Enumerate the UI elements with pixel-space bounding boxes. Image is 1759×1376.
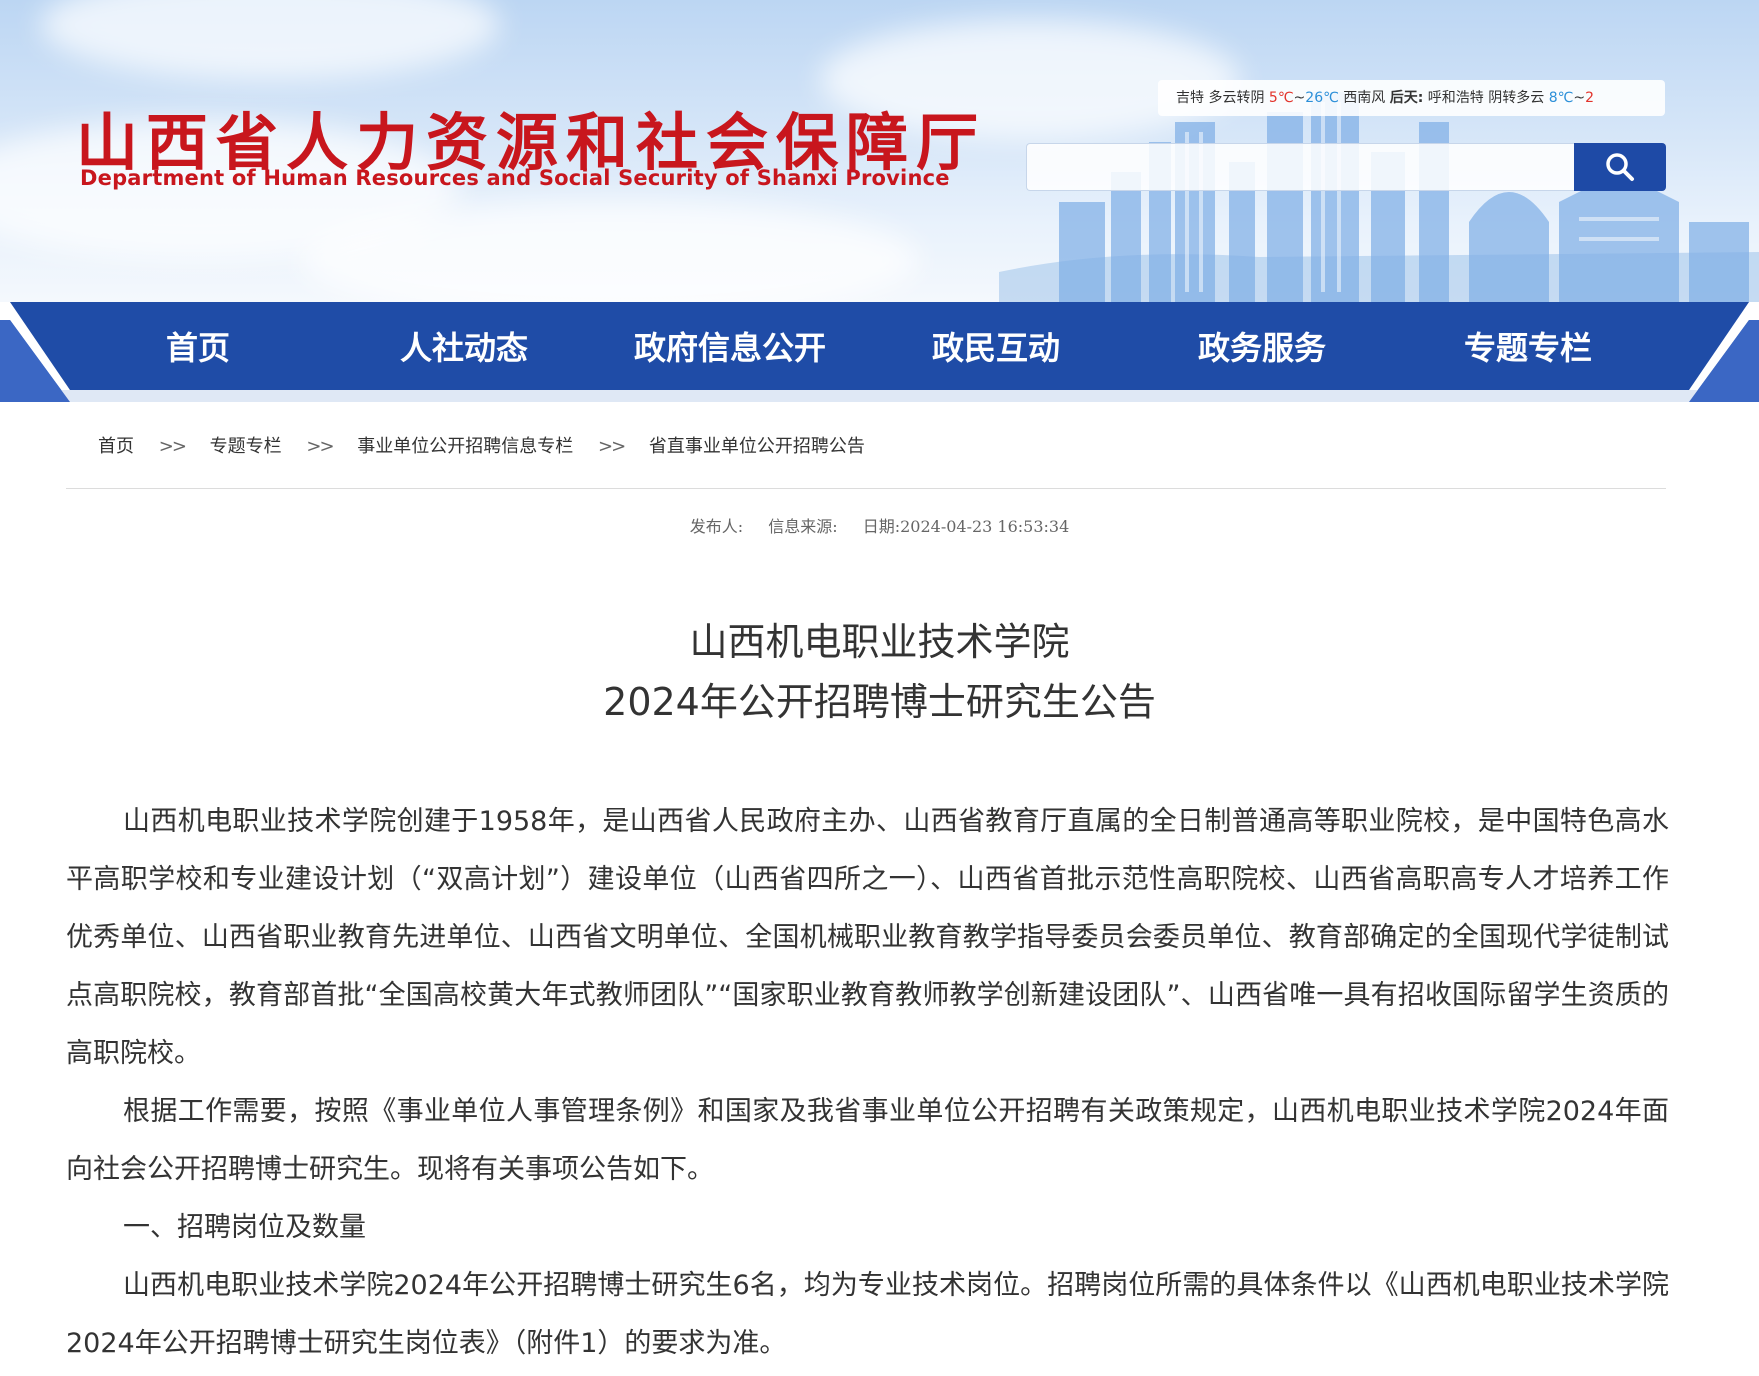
breadcrumb-separator: >> — [598, 436, 626, 457]
weather-widget: 吉特 多云转阴 5℃~26℃ 西南风 后天: 呼和浩特 阴转多云 8℃~2 — [1158, 80, 1665, 116]
weather-range-sep: ~ — [1573, 90, 1586, 106]
meta-source: 信息来源: — [768, 517, 838, 536]
breadcrumb-separator: >> — [306, 436, 334, 457]
weather-day-label: 后天: — [1389, 90, 1424, 106]
article-section-heading: 一、招聘岗位及数量 — [123, 1212, 366, 1243]
weather-wind: 西南风 — [1343, 90, 1386, 106]
weather-condition: 多云转阴 — [1208, 90, 1265, 106]
weather-low-temp: 5℃ — [1268, 90, 1294, 106]
search-input[interactable] — [1026, 143, 1574, 191]
article-title: 山西机电职业技术学院 2024年公开招聘博士研究生公告 — [0, 612, 1759, 732]
meta-publisher: 发布人: — [689, 517, 744, 536]
main-navigation: 首页 人社动态 政府信息公开 政民互动 政务服务 专题专栏 — [0, 302, 1759, 402]
breadcrumb-divider — [66, 488, 1666, 489]
nav-item-home[interactable]: 首页 — [65, 302, 331, 390]
weather-city: 呼和浩特 — [1427, 90, 1484, 106]
article-body: 山西机电职业技术学院创建于1958年，是山西省人民政府主办、山西省教育厅直属的全… — [66, 793, 1669, 1373]
article-paragraph: 山西机电职业技术学院2024年公开招聘博士研究生6名，均为专业技术岗位。招聘岗位… — [66, 1270, 1669, 1359]
weather-condition: 阴转多云 — [1488, 90, 1545, 106]
article-title-line: 2024年公开招聘博士研究生公告 — [603, 680, 1156, 724]
cloud-decoration — [40, 0, 500, 80]
weather-high-temp: 2 — [1585, 90, 1594, 106]
site-logo-english[interactable]: Department of Human Resources and Social… — [80, 166, 950, 190]
weather-low-temp: 8℃ — [1548, 90, 1574, 106]
breadcrumb-link-current[interactable]: 省直事业单位公开招聘公告 — [649, 432, 865, 458]
article-title-line: 山西机电职业技术学院 — [689, 620, 1070, 664]
weather-range-sep: ~ — [1293, 90, 1306, 106]
article-paragraph: 根据工作需要，按照《事业单位人事管理条例》和国家及我省事业单位公开招聘有关政策规… — [66, 1096, 1669, 1185]
nav-item-services[interactable]: 政务服务 — [1129, 302, 1395, 390]
nav-item-gov-info[interactable]: 政府信息公开 — [597, 302, 863, 390]
site-header: 山西省人力资源和社会保障厅 Department of Human Resour… — [0, 0, 1759, 302]
weather-high-temp: 26℃ — [1305, 90, 1339, 106]
search-icon — [1606, 153, 1634, 181]
article-meta: 发布人: 信息来源: 日期:2024-04-23 16:53:34 — [0, 513, 1759, 537]
nav-item-interaction[interactable]: 政民互动 — [863, 302, 1129, 390]
nav-item-topics[interactable]: 专题专栏 — [1395, 302, 1661, 390]
search-button[interactable] — [1574, 143, 1666, 191]
breadcrumb-link-home[interactable]: 首页 — [98, 432, 134, 458]
breadcrumb: 首页 >> 专题专栏 >> 事业单位公开招聘信息专栏 >> 省直事业单位公开招聘… — [98, 432, 865, 458]
breadcrumb-separator: >> — [158, 436, 187, 457]
weather-city: 吉特 — [1176, 90, 1204, 106]
breadcrumb-link-recruitment[interactable]: 事业单位公开招聘信息专栏 — [357, 432, 573, 458]
breadcrumb-link-topics[interactable]: 专题专栏 — [210, 432, 282, 458]
nav-item-news[interactable]: 人社动态 — [331, 302, 597, 390]
meta-date: 日期:2024-04-23 16:53:34 — [862, 517, 1070, 536]
article-paragraph: 山西机电职业技术学院创建于1958年，是山西省人民政府主办、山西省教育厅直属的全… — [66, 806, 1669, 1069]
